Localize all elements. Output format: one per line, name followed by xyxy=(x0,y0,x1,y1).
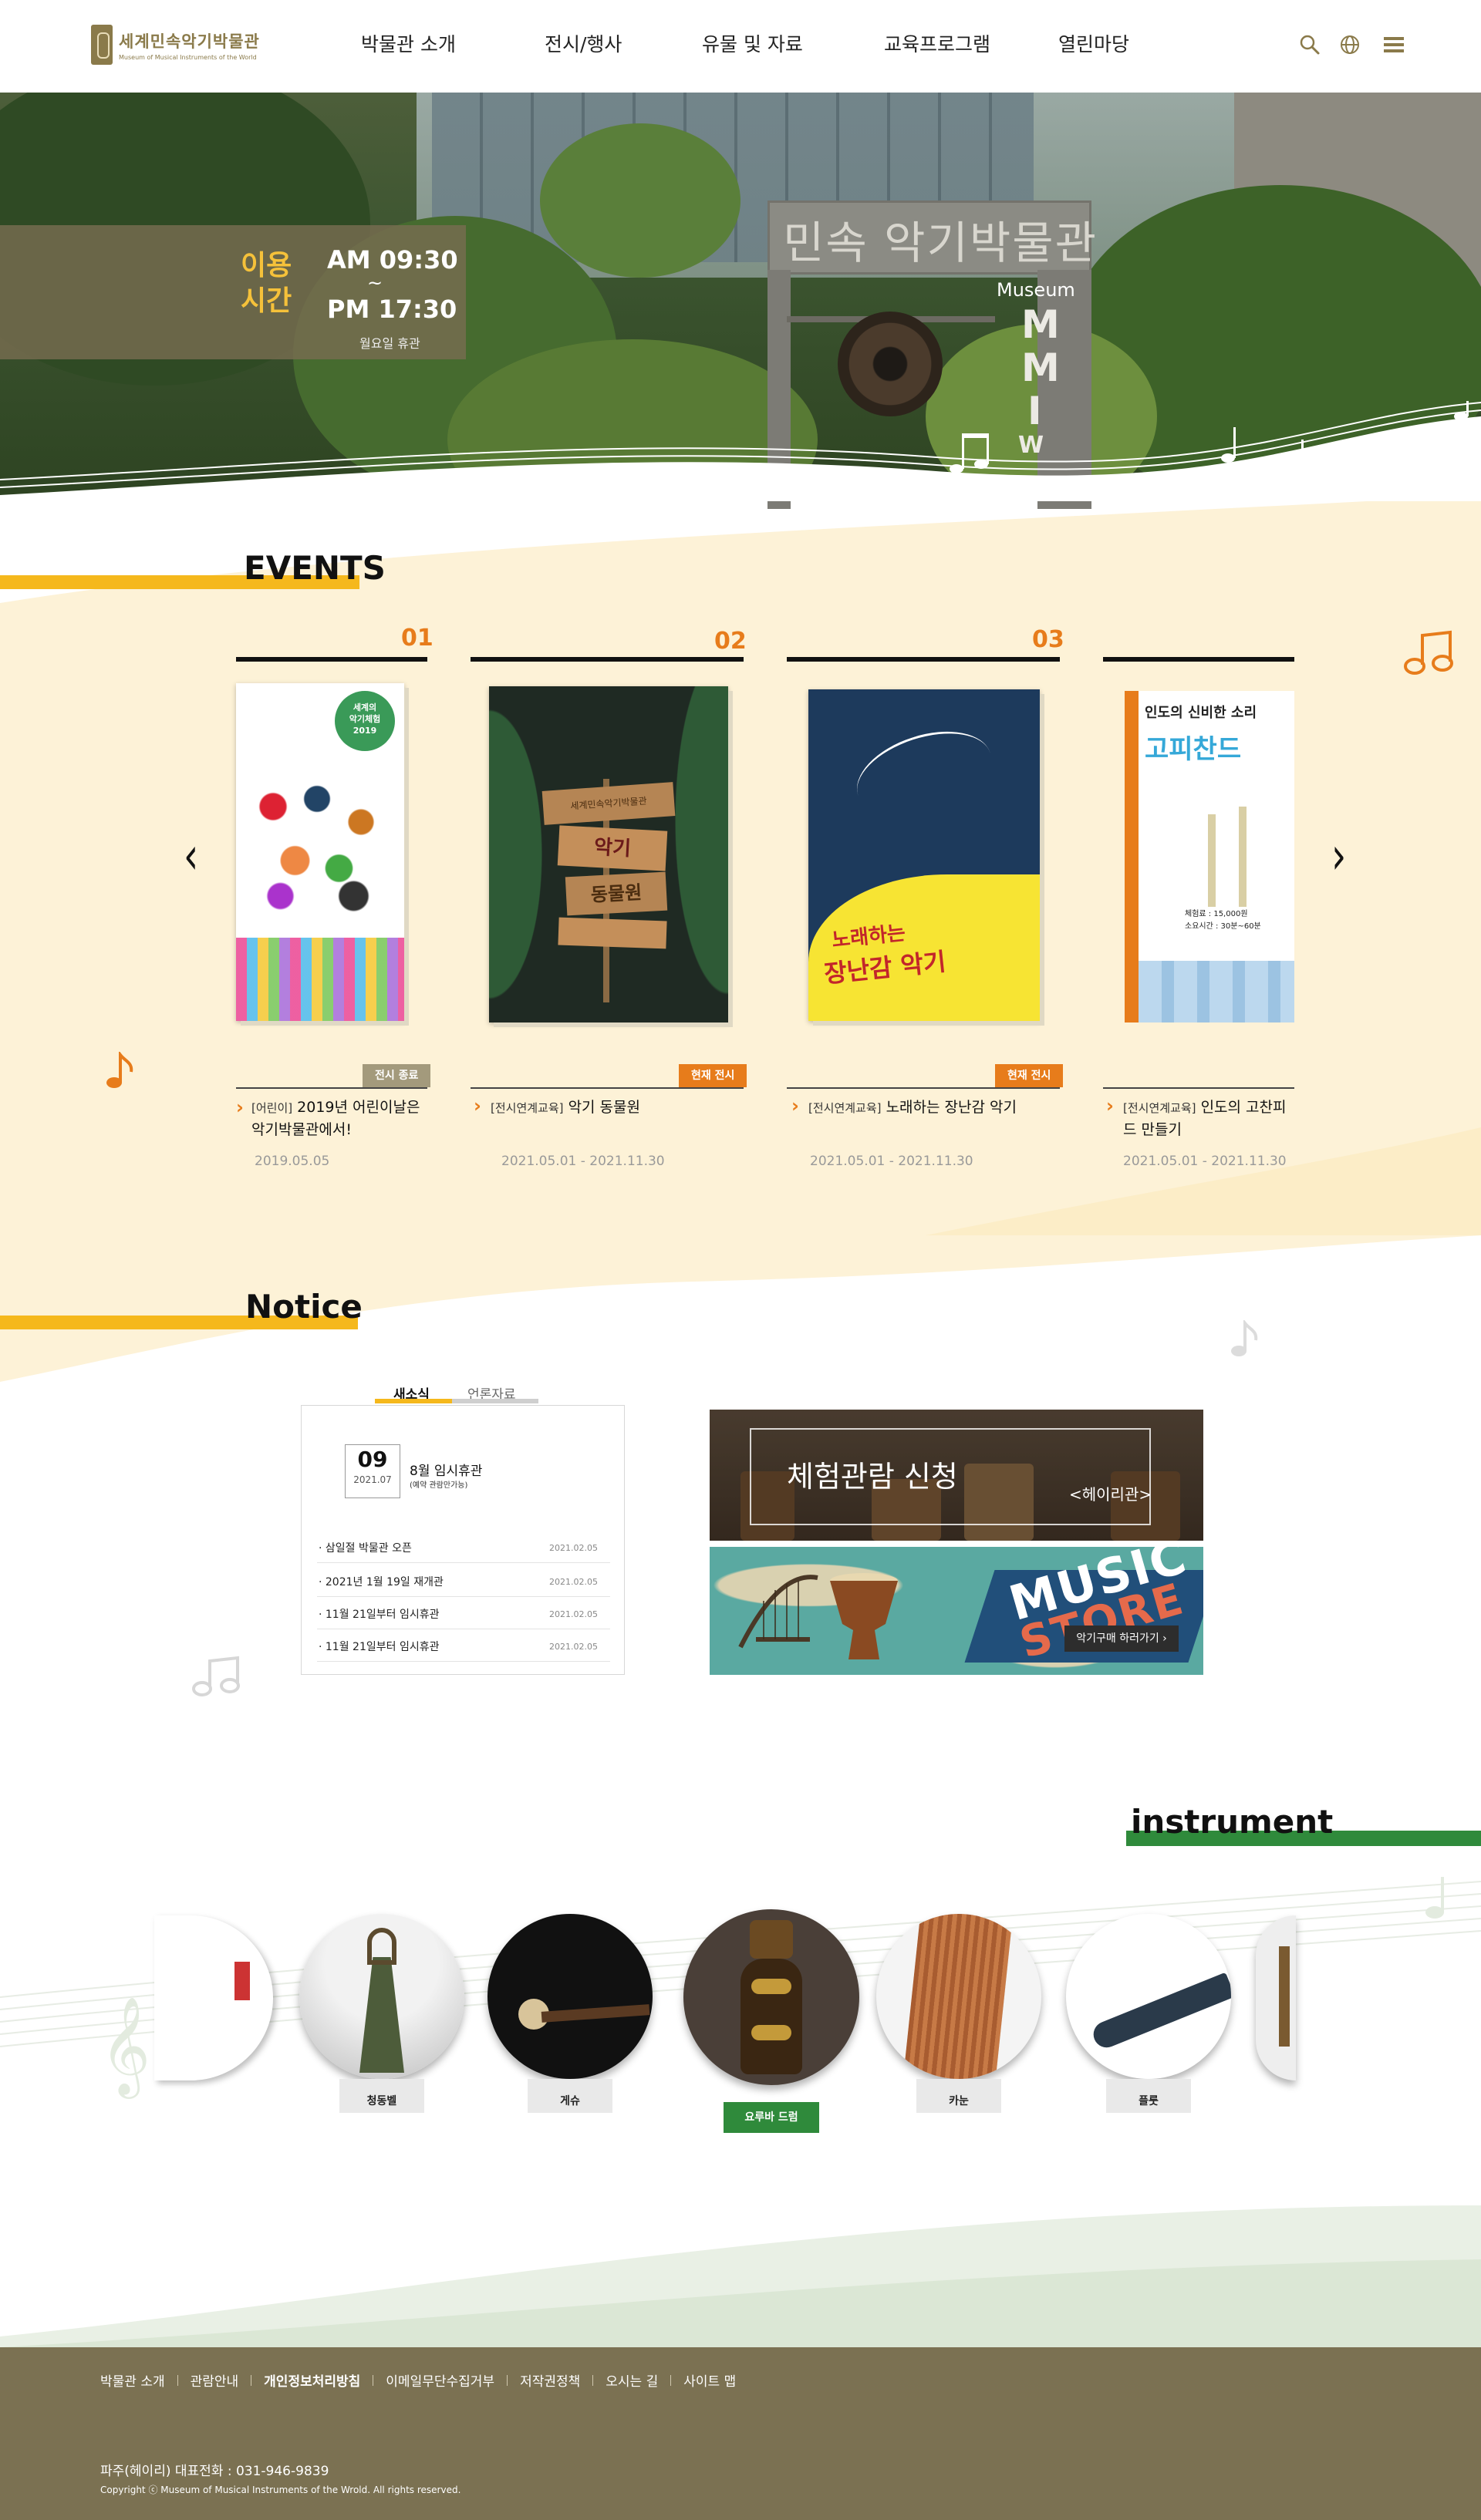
footer-contact: 파주(헤이리) 대표전화 : 031-946-9839 xyxy=(100,2464,329,2479)
notice-row[interactable]: · 2021년 1월 19일 재개관 2021.02.05 xyxy=(317,1565,610,1597)
music-store-banner[interactable]: MUSIC STORE 악기구매 하러가기 › xyxy=(710,1547,1203,1675)
search-icon[interactable] xyxy=(1299,34,1321,56)
footer-link-privacy[interactable]: 개인정보처리방침 xyxy=(264,2370,360,2390)
djembe-icon xyxy=(830,1573,898,1659)
event-number: 02 xyxy=(714,628,747,655)
closed-day: 월요일 휴관 xyxy=(359,336,420,351)
event-status-badge: 현재 전시 xyxy=(679,1064,747,1087)
event-date: 2019.05.05 xyxy=(255,1154,330,1169)
next-arrow-icon[interactable]: › xyxy=(1331,826,1346,886)
logo-icon xyxy=(91,25,113,65)
featured-notice-subtitle: (예약 관람만가능) xyxy=(410,1481,468,1490)
banner-subtitle: <헤이리관> xyxy=(1069,1485,1152,1504)
instrument-image[interactable] xyxy=(876,1914,1041,2079)
logo-subtitle: Museum of Musical Instruments of the Wor… xyxy=(119,53,257,61)
footer-link-sitemap[interactable]: 사이트 맵 xyxy=(683,2370,736,2390)
instrument-image[interactable] xyxy=(1066,1914,1231,2079)
notice-row[interactable]: · 11월 21일부터 임시휴관 2021.02.05 xyxy=(317,1629,610,1662)
site-header: 세계민속악기박물관 Museum of Musical Instruments … xyxy=(0,0,1481,93)
site-logo[interactable]: 세계민속악기박물관 Museum of Musical Instruments … xyxy=(91,25,260,65)
event-number: 01 xyxy=(401,625,434,652)
event-title[interactable]: [전시연계교육] 인도의 고찬피드 만들기 xyxy=(1123,1097,1294,1140)
menu-icon[interactable] xyxy=(1384,35,1404,54)
closing-time: PM 17:30 xyxy=(327,295,457,324)
instrument-title: instrument xyxy=(1131,1803,1334,1841)
harp-icon xyxy=(738,1575,818,1649)
event-number: 03 xyxy=(1032,626,1064,653)
event-poster[interactable]: 세계의 악기체험 2019 xyxy=(236,683,404,1021)
banner-title: 체험관람 신청 xyxy=(787,1460,958,1494)
opening-time: AM 09:30 xyxy=(327,245,458,275)
event-date: 2021.05.01 - 2021.11.30 xyxy=(810,1154,973,1169)
notice-title: Notice xyxy=(245,1288,363,1326)
notice-row[interactable]: · 삼일절 박물관 오픈 2021.02.05 xyxy=(317,1531,610,1563)
chevron-right-icon: › xyxy=(474,1095,481,1117)
music-note-icon xyxy=(1404,630,1453,675)
event-title[interactable]: [어린이] 2019년 어린이날은 악기박물관에서! xyxy=(251,1097,429,1140)
nav-item-community[interactable]: 열린마당 xyxy=(1058,29,1129,57)
instrument-label-active[interactable]: 요루바 드럼 xyxy=(724,2102,819,2133)
svg-text:𝄞: 𝄞 xyxy=(100,1996,150,2099)
event-poster[interactable]: 인도의 신비한 소리 고피찬드 체험료 : 15,000원 소요시간 : 30분… xyxy=(1125,691,1294,1022)
nav-item-education[interactable]: 교육프로그램 xyxy=(884,29,990,57)
nav-item-exhibition[interactable]: 전시/행사 xyxy=(545,29,622,57)
notice-panel: 09 2021.07 8월 임시휴관 (예약 관람만가능) · 삼일절 박물관 … xyxy=(301,1405,625,1675)
site-footer: 박물관 소개 관람안내 개인정보처리방침 이메일무단수집거부 저작권정책 오시는… xyxy=(0,2347,1481,2520)
gate-sign: 민속 악기박물관 xyxy=(783,217,1098,269)
event-date: 2021.05.01 - 2021.11.30 xyxy=(1123,1154,1287,1169)
footer-links: 박물관 소개 관람안내 개인정보처리방침 이메일무단수집거부 저작권정책 오시는… xyxy=(100,2370,736,2390)
instrument-image[interactable] xyxy=(487,1914,653,2079)
footer-wave xyxy=(0,2205,1481,2347)
event-status-badge: 전시 종료 xyxy=(363,1064,431,1087)
instrument-label[interactable]: 게슈 xyxy=(528,2079,612,2113)
event-poster[interactable]: 노래하는 장난감 악기 xyxy=(808,689,1040,1021)
footer-copyright: Copyright ⓒ Museum of Musical Instrument… xyxy=(100,2485,461,2495)
instrument-image[interactable] xyxy=(683,1909,859,2085)
nav-item-about[interactable]: 박물관 소개 xyxy=(361,29,456,57)
footer-link-about[interactable]: 박물관 소개 xyxy=(100,2370,165,2390)
prev-arrow-icon[interactable]: ‹ xyxy=(184,826,198,886)
chevron-right-icon: › xyxy=(791,1095,799,1117)
featured-notice-date: 09 2021.07 xyxy=(345,1444,400,1498)
logo-title: 세계민속악기박물관 xyxy=(119,32,260,51)
instrument-label[interactable]: 카눈 xyxy=(916,2079,1001,2113)
music-staff-wave xyxy=(0,401,1481,501)
instrument-label[interactable]: 플룻 xyxy=(1106,2079,1191,2113)
notice-row[interactable]: · 11월 21일부터 임시휴관 2021.02.05 xyxy=(317,1597,610,1629)
footer-link-directions[interactable]: 오시는 길 xyxy=(606,2370,658,2390)
event-date: 2021.05.01 - 2021.11.30 xyxy=(501,1154,665,1169)
event-title[interactable]: [전시연계교육] 노래하는 장난감 악기 xyxy=(808,1097,1055,1119)
instrument-image[interactable] xyxy=(299,1914,464,2079)
events-title: EVENTS xyxy=(244,549,386,587)
instrument-label[interactable]: 청동벨 xyxy=(339,2079,424,2113)
chevron-right-icon: › xyxy=(236,1097,244,1118)
nav-item-collection[interactable]: 유물 및 자료 xyxy=(702,29,803,57)
music-note-icon xyxy=(192,1656,240,1696)
footer-link-guide[interactable]: 관람안내 xyxy=(191,2370,239,2390)
globe-icon[interactable] xyxy=(1339,34,1361,56)
buy-instrument-button[interactable]: 악기구매 하러가기 › xyxy=(1064,1626,1179,1652)
footer-link-copyright[interactable]: 저작권정책 xyxy=(520,2370,580,2390)
music-note-icon xyxy=(106,1052,133,1088)
featured-notice-title[interactable]: 8월 임시휴관 xyxy=(410,1460,482,1479)
music-note-icon xyxy=(1231,1320,1258,1356)
event-status-badge: 현재 전시 xyxy=(995,1064,1064,1087)
footer-link-email-policy[interactable]: 이메일무단수집거부 xyxy=(386,2370,494,2390)
event-title[interactable]: [전시연계교육] 악기 동물원 xyxy=(491,1097,737,1119)
experience-booking-banner[interactable]: 체험관람 신청 <헤이리관> xyxy=(710,1410,1203,1541)
hours-label: 이용 시간 xyxy=(241,250,292,317)
gate-museum-text: Museum xyxy=(997,279,1075,301)
chevron-right-icon: › xyxy=(1106,1095,1114,1117)
event-poster[interactable]: 세계민속악기박물관 악기 동물원 xyxy=(489,686,728,1022)
